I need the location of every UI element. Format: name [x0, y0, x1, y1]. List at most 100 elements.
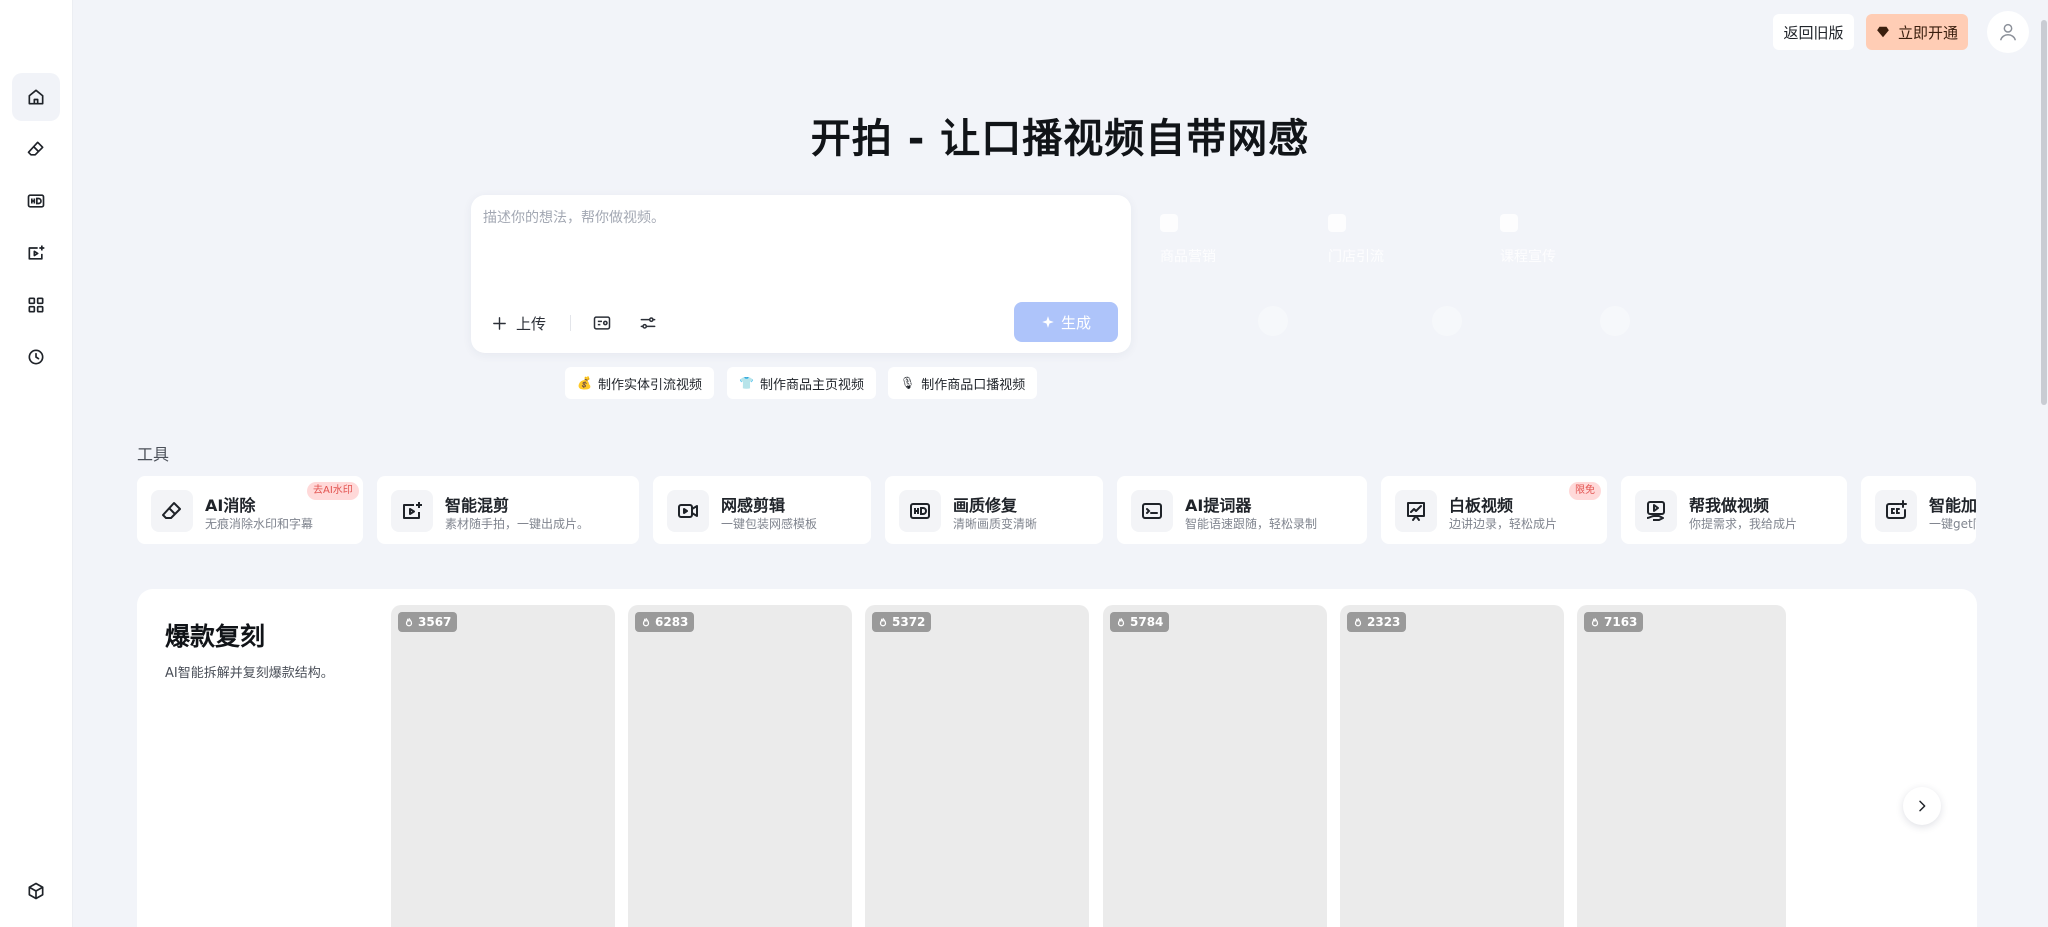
microphone-icon: 🎙 [900, 376, 916, 390]
sidebar-item-history[interactable] [12, 333, 60, 381]
replicate-title: 爆款复刻 [165, 622, 266, 651]
help-video-icon [1646, 501, 1665, 521]
upload-label: 上传 [516, 314, 547, 333]
tool-badge: 限免 [1569, 482, 1601, 500]
view-count-badge: 5372 [872, 612, 932, 632]
scrollbar-thumb[interactable] [2041, 20, 2047, 405]
tool-icon [667, 490, 709, 532]
eraser-icon [162, 502, 181, 519]
video-card[interactable]: 5372 [865, 605, 1089, 927]
suggestion-label: 制作商品口播视频 [921, 377, 1026, 393]
ghost-feature-icon [1500, 214, 1518, 232]
flame-icon [1591, 618, 1599, 627]
ghost-dot [1600, 306, 1630, 336]
tool-card-quality-repair[interactable]: 画质修复 清晰画质变清晰 [885, 476, 1103, 544]
upload-button[interactable]: 上传 [491, 308, 546, 338]
view-count: 3567 [418, 615, 452, 629]
sidebar-item-video-create[interactable] [12, 229, 60, 277]
generate-button[interactable]: 生成 [1014, 302, 1118, 342]
suggestion-chip[interactable]: 🎙 制作商品口播视频 [888, 367, 1038, 399]
whiteboard-icon [1407, 502, 1425, 521]
video-mix-icon [403, 502, 422, 519]
sidebar-item-apps[interactable] [12, 281, 60, 329]
teleprompter-icon [1142, 503, 1162, 519]
flame-icon [1117, 618, 1125, 627]
tool-title: 智能混剪 [445, 496, 510, 515]
apps-grid-icon [28, 297, 44, 313]
tool-icon [899, 490, 941, 532]
chevron-right-icon [1919, 800, 1926, 812]
carousel-next-button[interactable] [1903, 787, 1941, 825]
tool-card-help-make-video[interactable]: 帮我做视频 你提需求，我给成片 [1621, 476, 1847, 544]
video-card[interactable]: 6283 [628, 605, 852, 927]
replicate-panel: 爆款复刻 AI智能拆解并复刻爆款结构。 3567 6283 5372 5784 … [137, 589, 1977, 927]
replicate-subtitle: AI智能拆解并复刻爆款结构。 [165, 666, 334, 681]
legacy-version-button[interactable]: 返回旧版 [1773, 14, 1854, 50]
tool-card-trendy-edit[interactable]: 网感剪辑 一键包装网感模板 [653, 476, 871, 544]
flame-icon [405, 618, 413, 627]
view-count: 2323 [1367, 615, 1401, 629]
view-count: 5372 [892, 615, 926, 629]
tool-icon [1395, 490, 1437, 532]
view-count-badge: 6283 [635, 612, 695, 632]
tool-badge: 去AI水印 [307, 482, 359, 500]
tool-subtitle: 清晰画质变清晰 [953, 517, 1038, 531]
sparkle-icon [1042, 316, 1054, 328]
settings-adjust-button[interactable] [635, 310, 661, 336]
hd-icon [27, 194, 45, 208]
tool-subtitle: 素材随手拍，一键出成片。 [445, 517, 590, 531]
tool-subtitle: 无痕消除水印和字幕 [205, 517, 314, 531]
generate-label: 生成 [1060, 313, 1091, 332]
shirt-icon: 👕 [739, 376, 754, 390]
tool-card-smart-caption[interactable]: 智能加字幕 一键get同款字幕 [1861, 476, 1976, 544]
sidebar-item-bottom[interactable] [12, 867, 60, 915]
video-card[interactable]: 5784 [1103, 605, 1327, 927]
tool-subtitle: 你提需求，我给成片 [1689, 517, 1798, 531]
video-card[interactable]: 7163 [1577, 605, 1786, 927]
prompt-divider [570, 315, 571, 331]
tool-title: 智能加字幕 [1929, 496, 1976, 515]
history-clock-icon [28, 349, 44, 365]
view-count: 6283 [655, 615, 689, 629]
tool-icon [1131, 490, 1173, 532]
suggestion-chip[interactable]: 💰 制作实体引流视频 [565, 367, 714, 399]
user-avatar[interactable] [1987, 11, 2029, 53]
user-icon [1999, 23, 2017, 41]
ghost-feature-label: 门店引流 [1328, 249, 1384, 265]
prompt-input[interactable] [483, 207, 1103, 267]
hd-icon [910, 503, 930, 519]
tool-title: 白板视频 [1449, 496, 1514, 515]
flame-icon [879, 618, 887, 627]
tool-subtitle: 一键包装网感模板 [721, 517, 818, 531]
sliders-icon [640, 317, 656, 329]
digital-avatar-button[interactable] [589, 310, 615, 336]
tool-card-whiteboard[interactable]: 白板视频 边讲边录，轻松成片 限免 [1381, 476, 1607, 544]
diamond-icon [1877, 26, 1889, 38]
vip-subscribe-label: 立即开通 [1897, 23, 1958, 42]
tool-title: 网感剪辑 [721, 496, 786, 515]
tool-icon [1635, 490, 1677, 532]
tool-icon [391, 490, 433, 532]
video-card[interactable]: 3567 [391, 605, 615, 927]
video-card[interactable]: 2323 [1340, 605, 1564, 927]
tool-card-smart-mix[interactable]: 智能混剪 素材随手拍，一键出成片。 [377, 476, 639, 544]
ghost-dot [1258, 306, 1288, 336]
tool-title: 画质修复 [953, 496, 1018, 515]
ghost-dot [1432, 306, 1462, 336]
tool-card-teleprompter[interactable]: AI提词器 智能语速跟随，轻松录制 [1117, 476, 1367, 544]
view-count-badge: 7163 [1584, 612, 1644, 632]
ghost-feature-icon [1160, 214, 1178, 232]
cube-icon [28, 882, 44, 900]
tool-card-ai-erase[interactable]: AI消除 无痕消除水印和字幕 去AI水印 [137, 476, 363, 544]
tool-title: 帮我做视频 [1689, 496, 1770, 515]
tool-subtitle: 智能语速跟随，轻松录制 [1185, 517, 1318, 531]
page-title: 开拍 - 让口播视频自带网感 [810, 116, 1310, 162]
tool-title: AI提词器 [1185, 496, 1252, 515]
sidebar-item-hd[interactable] [12, 177, 60, 225]
ghost-feature-label: 商品营销 [1160, 249, 1216, 265]
tool-title: AI消除 [205, 496, 256, 515]
video-edit-icon [678, 504, 698, 518]
vip-subscribe-button[interactable]: 立即开通 [1866, 14, 1968, 50]
suggestion-chip[interactable]: 👕 制作商品主页视频 [727, 367, 876, 399]
view-count: 7163 [1604, 615, 1638, 629]
